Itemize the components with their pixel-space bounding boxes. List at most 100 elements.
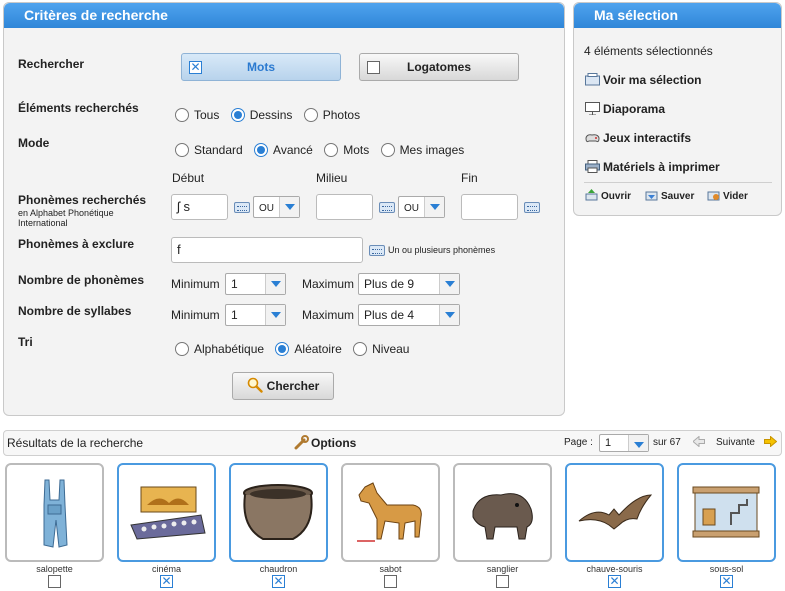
elements-label: Éléments recherchés bbox=[18, 101, 139, 115]
exclude-input[interactable]: f bbox=[171, 237, 363, 263]
criteria-title: Critères de recherche bbox=[4, 3, 564, 28]
mode-radio-group: Standard Avancé Mots Mes images bbox=[175, 143, 472, 157]
search-icon bbox=[247, 377, 263, 393]
nb-phonemes-max-label: Maximum bbox=[302, 277, 355, 291]
result-checkbox[interactable] bbox=[384, 575, 397, 588]
chevron-down-icon bbox=[439, 274, 459, 294]
elements-dessins[interactable]: Dessins bbox=[230, 108, 292, 122]
clear-icon bbox=[707, 191, 720, 201]
mode-mes-images[interactable]: Mes images bbox=[380, 143, 464, 157]
basement-image bbox=[692, 486, 760, 538]
tri-niveau[interactable]: Niveau bbox=[353, 342, 409, 356]
page-select[interactable]: 1 bbox=[599, 434, 649, 452]
overalls-image bbox=[43, 479, 68, 548]
divider bbox=[584, 182, 772, 183]
result-label: sous-sol bbox=[709, 564, 744, 574]
keyboard-icon[interactable] bbox=[379, 202, 395, 213]
open-button[interactable]: Ouvrir bbox=[585, 189, 631, 202]
selection-title: Ma sélection bbox=[574, 3, 781, 28]
nb-syllabes-min-select[interactable]: 1 bbox=[225, 304, 286, 326]
mots-button[interactable]: ✕ Mots bbox=[181, 53, 341, 81]
result-card-salopette[interactable] bbox=[5, 463, 104, 562]
result-card-sous-sol[interactable] bbox=[677, 463, 776, 562]
search-button[interactable]: Chercher bbox=[232, 372, 334, 400]
tri-aleatoire[interactable]: Aléatoire bbox=[275, 342, 342, 356]
result-checkbox[interactable] bbox=[496, 575, 509, 588]
logatomes-button[interactable]: Logatomes bbox=[359, 53, 519, 81]
slideshow-icon bbox=[585, 102, 600, 115]
result-card-sabot[interactable] bbox=[341, 463, 440, 562]
nb-syllabes-max-label: Maximum bbox=[302, 308, 355, 322]
mode-avance[interactable]: Avancé bbox=[254, 143, 313, 157]
slideshow-link[interactable]: Diaporama bbox=[585, 102, 665, 116]
mode-mots[interactable]: Mots bbox=[324, 143, 369, 157]
result-card-chauve-souris[interactable] bbox=[565, 463, 664, 562]
result-checkbox[interactable]: ✕ bbox=[272, 575, 285, 588]
result-checkbox[interactable] bbox=[48, 575, 61, 588]
mots-checkbox[interactable]: ✕ bbox=[189, 61, 202, 74]
result-label: sanglier bbox=[486, 564, 519, 574]
nb-syllabes-label: Nombre de syllabes bbox=[18, 304, 132, 318]
save-button[interactable]: Sauver bbox=[645, 189, 694, 202]
chevron-down-icon bbox=[265, 274, 285, 294]
interactive-games-link[interactable]: Jeux interactifs bbox=[585, 131, 691, 145]
save-icon bbox=[645, 191, 658, 201]
result-label: chauve-souris bbox=[586, 564, 643, 574]
options-button[interactable]: Options bbox=[293, 435, 356, 450]
phonemes-label: Phonèmes recherchés bbox=[18, 193, 147, 207]
bat-image bbox=[578, 494, 653, 530]
previous-arrow-icon[interactable] bbox=[693, 436, 705, 447]
result-label: sabot bbox=[379, 564, 402, 574]
chevron-down-icon bbox=[439, 305, 459, 325]
printable-materials-link[interactable]: Matériels à imprimer bbox=[585, 160, 720, 174]
cinema-image bbox=[130, 486, 206, 540]
fin-label: Fin bbox=[461, 171, 478, 185]
tri-alphabetique[interactable]: Alphabétique bbox=[175, 342, 264, 356]
operator-select-1[interactable]: OU bbox=[253, 196, 300, 218]
next-link[interactable]: Suivante bbox=[716, 437, 755, 448]
list-icon bbox=[585, 73, 600, 86]
chevron-down-icon bbox=[424, 197, 444, 217]
printer-icon bbox=[585, 160, 600, 173]
boar-image bbox=[472, 493, 533, 540]
selection-count: 4 éléments sélectionnés bbox=[584, 44, 713, 58]
keyboard-icon[interactable] bbox=[234, 202, 250, 213]
elements-radio-group: Tous Dessins Photos bbox=[175, 108, 368, 122]
cauldron-image bbox=[243, 484, 313, 540]
phonemes-sublabel: en Alphabet Phonétique International bbox=[18, 208, 114, 228]
open-icon bbox=[585, 189, 598, 201]
result-checkbox[interactable]: ✕ bbox=[160, 575, 173, 588]
result-card-chaudron[interactable] bbox=[229, 463, 328, 562]
results-title: Résultats de la recherche bbox=[7, 436, 144, 450]
elements-photos[interactable]: Photos bbox=[303, 108, 360, 122]
elements-tous[interactable]: Tous bbox=[175, 108, 219, 122]
fin-input[interactable] bbox=[461, 194, 518, 220]
result-card-sanglier[interactable] bbox=[453, 463, 552, 562]
chevron-down-icon bbox=[265, 305, 285, 325]
result-label: cinéma bbox=[151, 564, 181, 574]
milieu-label: Milieu bbox=[316, 171, 348, 185]
next-arrow-icon[interactable] bbox=[764, 436, 777, 447]
chevron-down-icon bbox=[628, 435, 648, 451]
clear-button[interactable]: Vider bbox=[707, 189, 748, 202]
nb-phonemes-label: Nombre de phonèmes bbox=[18, 273, 145, 287]
view-selection-link[interactable]: Voir ma sélection bbox=[585, 73, 701, 87]
search-label: Rechercher bbox=[18, 57, 85, 71]
result-checkbox[interactable]: ✕ bbox=[608, 575, 621, 588]
debut-input[interactable]: ʃ s bbox=[171, 194, 228, 220]
logatomes-checkbox[interactable] bbox=[367, 61, 380, 74]
milieu-input[interactable] bbox=[316, 194, 373, 220]
debut-label: Début bbox=[172, 171, 205, 185]
exclude-hint: Un ou plusieurs phonèmes bbox=[388, 245, 496, 255]
operator-select-2[interactable]: OU bbox=[398, 196, 445, 218]
chevron-down-icon bbox=[279, 197, 299, 217]
nb-phonemes-min-select[interactable]: 1 bbox=[225, 273, 286, 295]
result-card-cinema[interactable] bbox=[117, 463, 216, 562]
mode-standard[interactable]: Standard bbox=[175, 143, 243, 157]
horse-image bbox=[357, 482, 422, 542]
keyboard-icon[interactable] bbox=[524, 202, 540, 213]
nb-phonemes-max-select[interactable]: Plus de 9 bbox=[358, 273, 460, 295]
nb-syllabes-max-select[interactable]: Plus de 4 bbox=[358, 304, 460, 326]
keyboard-icon[interactable] bbox=[369, 245, 385, 256]
result-checkbox[interactable]: ✕ bbox=[720, 575, 733, 588]
